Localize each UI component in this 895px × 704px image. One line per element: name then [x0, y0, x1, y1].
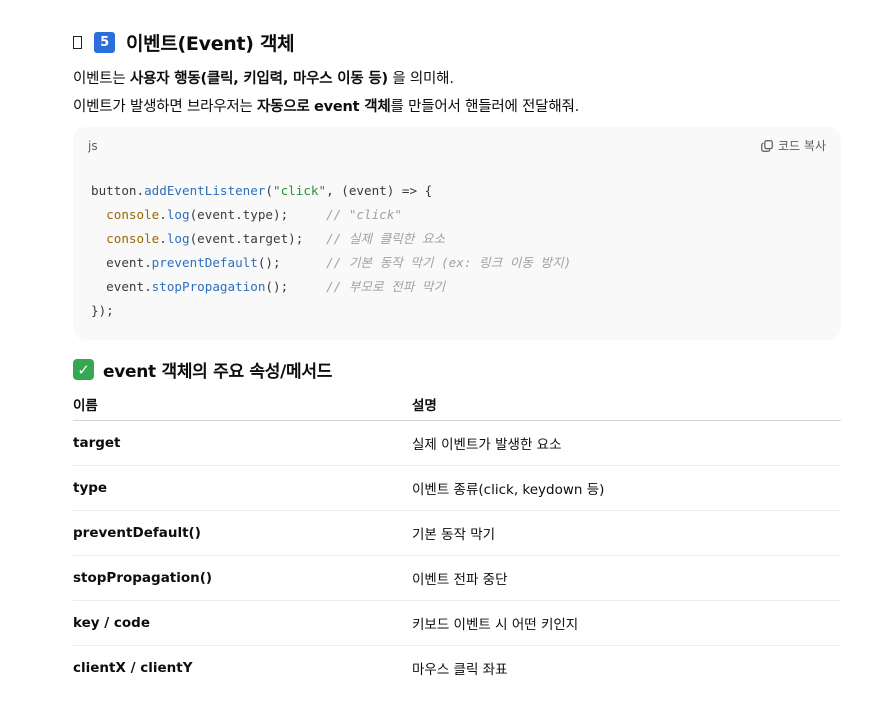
property-name: key / code: [73, 600, 412, 646]
table-row: target 실제 이벤트가 발생한 요소: [73, 420, 841, 466]
column-header-description: 설명: [412, 388, 841, 421]
copy-icon: [761, 139, 773, 152]
code-token: console: [106, 231, 160, 246]
code-token: button.: [91, 183, 145, 198]
properties-heading: ✓ event 객체의 주요 속성/메서드: [73, 357, 332, 382]
properties-heading-text: event 객체의 주요 속성/메서드: [103, 362, 333, 382]
code-token: event.: [91, 255, 152, 270]
code-token: (event.type);: [189, 207, 327, 222]
property-name: type: [73, 465, 412, 511]
code-content: button.addEventListener("click", (event)…: [91, 179, 571, 323]
code-token: addEventListener: [144, 183, 266, 198]
code-token: .: [159, 231, 167, 246]
intro-paragraph-1: 이벤트는 사용자 행동(클릭, 키입력, 마우스 이동 등) 을 의미해.: [73, 67, 454, 88]
column-header-name: 이름: [73, 388, 412, 421]
properties-table: 이름 설명 target 실제 이벤트가 발생한 요소 type 이벤트 종류(…: [73, 388, 841, 690]
table-row: preventDefault() 기본 동작 막기: [73, 510, 841, 556]
intro-paragraph-2: 이벤트가 발생하면 브라우저는 자동으로 event 객체를 만들어서 핸들러에…: [73, 95, 579, 116]
property-name: target: [73, 420, 412, 466]
code-line: event.preventDefault(); // 기본 동작 막기 (ex:…: [91, 251, 571, 275]
intro-text: 이벤트는: [73, 71, 130, 87]
code-line: event.stopPropagation(); // 부모로 전파 막기: [91, 275, 571, 299]
table-row: type 이벤트 종류(click, keydown 등): [73, 465, 841, 511]
code-token: , (event) => {: [326, 183, 433, 198]
property-description: 키보드 이벤트 시 어떤 키인지: [412, 600, 841, 646]
code-line: button.addEventListener("click", (event)…: [91, 179, 571, 203]
property-description: 기본 동작 막기: [412, 510, 841, 556]
table-row: stopPropagation() 이벤트 전파 중단: [73, 555, 841, 601]
property-name: clientX / clientY: [73, 660, 193, 676]
intro-bold-text: 자동으로: [257, 99, 310, 115]
code-language-label: js: [88, 139, 98, 153]
code-token: .: [159, 207, 167, 222]
code-token: ();: [265, 279, 327, 294]
property-description: 실제 이벤트가 발생한 요소: [412, 420, 841, 466]
copy-code-button[interactable]: 코드 복사: [760, 137, 826, 154]
property-name: preventDefault(): [73, 510, 412, 556]
table-row: clientX / clientY 마우스 클릭 좌표: [73, 646, 841, 691]
property-description: 이벤트 전파 중단: [412, 555, 841, 601]
code-token: (: [265, 183, 273, 198]
section-heading: 5 이벤트(Event) 객체: [73, 27, 295, 57]
code-token: console: [106, 207, 160, 222]
code-token: // 기본 동작 막기 (ex: 링크 이동 방지): [326, 255, 572, 270]
table-row: key / code 키보드 이벤트 시 어떤 키인지: [73, 600, 841, 646]
intro-bold-text: event 객체: [314, 99, 391, 115]
code-token: preventDefault: [151, 255, 258, 270]
intro-text: 이벤트가 발생하면 브라우저는: [73, 99, 258, 115]
code-token: (event.target);: [189, 231, 327, 246]
code-block: js 코드 복사 button.addEventListener("click"…: [73, 127, 841, 340]
code-token: });: [91, 303, 114, 318]
code-token: log: [166, 207, 190, 222]
code-token: event.: [91, 279, 152, 294]
code-line: });: [91, 299, 571, 323]
code-token: ();: [257, 255, 327, 270]
property-name: stopPropagation(): [73, 555, 412, 601]
section-title: 이벤트(Event) 객체: [126, 32, 295, 55]
check-mark-icon: ✓: [73, 359, 94, 380]
property-description: 이벤트 종류(click, keydown 등): [412, 465, 841, 511]
code-line: console.log(event.target); // 실제 클릭한 요소: [91, 227, 571, 251]
code-token: // 실제 클릭한 요소: [326, 231, 446, 246]
table-header-row: 이름 설명: [73, 388, 841, 421]
number-badge: 5: [94, 31, 115, 53]
intro-text: 을 의미해.: [387, 71, 454, 87]
code-token: // 부모로 전파 막기: [326, 279, 446, 294]
property-description: 마우스 클릭 좌표: [412, 662, 508, 678]
code-token: // "click": [326, 207, 402, 222]
code-line: console.log(event.type); // "click": [91, 203, 571, 227]
intro-text: 를 만들어서 핸들러에 전달해줘.: [390, 99, 580, 115]
intro-bold-text: 사용자 행동(클릭, 키입력, 마우스 이동 등): [129, 71, 388, 87]
code-token: stopPropagation: [151, 279, 266, 294]
code-token: log: [166, 231, 190, 246]
missing-glyph-icon: [73, 35, 82, 49]
code-token: "click": [273, 183, 327, 198]
copy-code-label: 코드 복사: [778, 139, 826, 153]
